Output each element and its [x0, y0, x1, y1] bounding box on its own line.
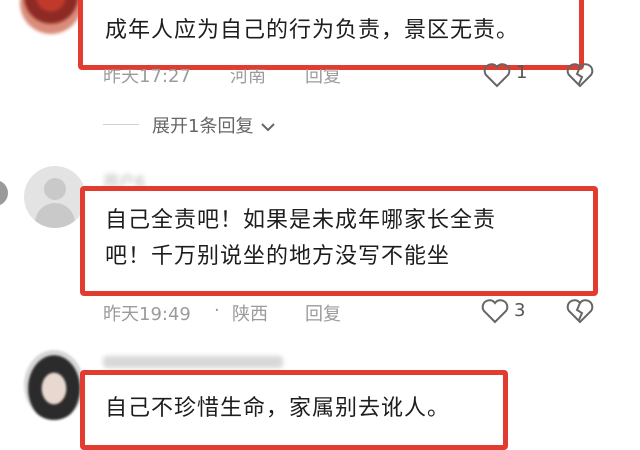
divider: [103, 124, 139, 125]
like-count: 1: [516, 62, 528, 83]
avatar[interactable]: [24, 166, 86, 228]
avatar-placeholder-head: [44, 178, 66, 200]
heart-outline-icon[interactable]: [480, 298, 510, 324]
comment-highlight-box: 自己不珍惜生命，家属别去讹人。: [80, 370, 508, 450]
like-count: 3: [514, 300, 526, 321]
comment-highlight-box: 成年人应为自己的行为负责，景区无责。: [78, 0, 584, 70]
avatar-placeholder-body: [35, 203, 75, 228]
side-handle[interactable]: [0, 180, 8, 206]
avatar[interactable]: [20, 0, 82, 34]
chevron-down-icon: [261, 123, 275, 132]
comment-text: 自己不珍惜生命，家属别去讹人。: [105, 396, 451, 421]
avatar[interactable]: [24, 350, 84, 420]
comment-username-blurred[interactable]: [103, 356, 283, 368]
comment-highlight-box: 自己全责吧！如果是未成年哪家长全责 吧！千万别说坐的地方没写不能坐: [80, 186, 598, 296]
broken-heart-icon[interactable]: [565, 62, 595, 88]
expand-replies-label: 展开1条回复: [152, 116, 254, 137]
comment-text-line: 自己全责吧！如果是未成年哪家长全责: [105, 208, 497, 233]
comment-text-line: 吧！千万别说坐的地方没写不能坐: [105, 244, 451, 269]
expand-replies-button[interactable]: 展开1条回复: [152, 112, 277, 138]
meta-separator: ·: [214, 300, 220, 321]
comment-location: 陕西: [232, 304, 268, 325]
heart-outline-icon[interactable]: [482, 62, 512, 88]
comment-text: 成年人应为自己的行为负责，景区无责。: [105, 18, 520, 43]
reply-button[interactable]: 回复: [305, 300, 341, 326]
broken-heart-icon[interactable]: [565, 298, 595, 324]
comment-timestamp: 昨天19:49: [103, 304, 191, 325]
